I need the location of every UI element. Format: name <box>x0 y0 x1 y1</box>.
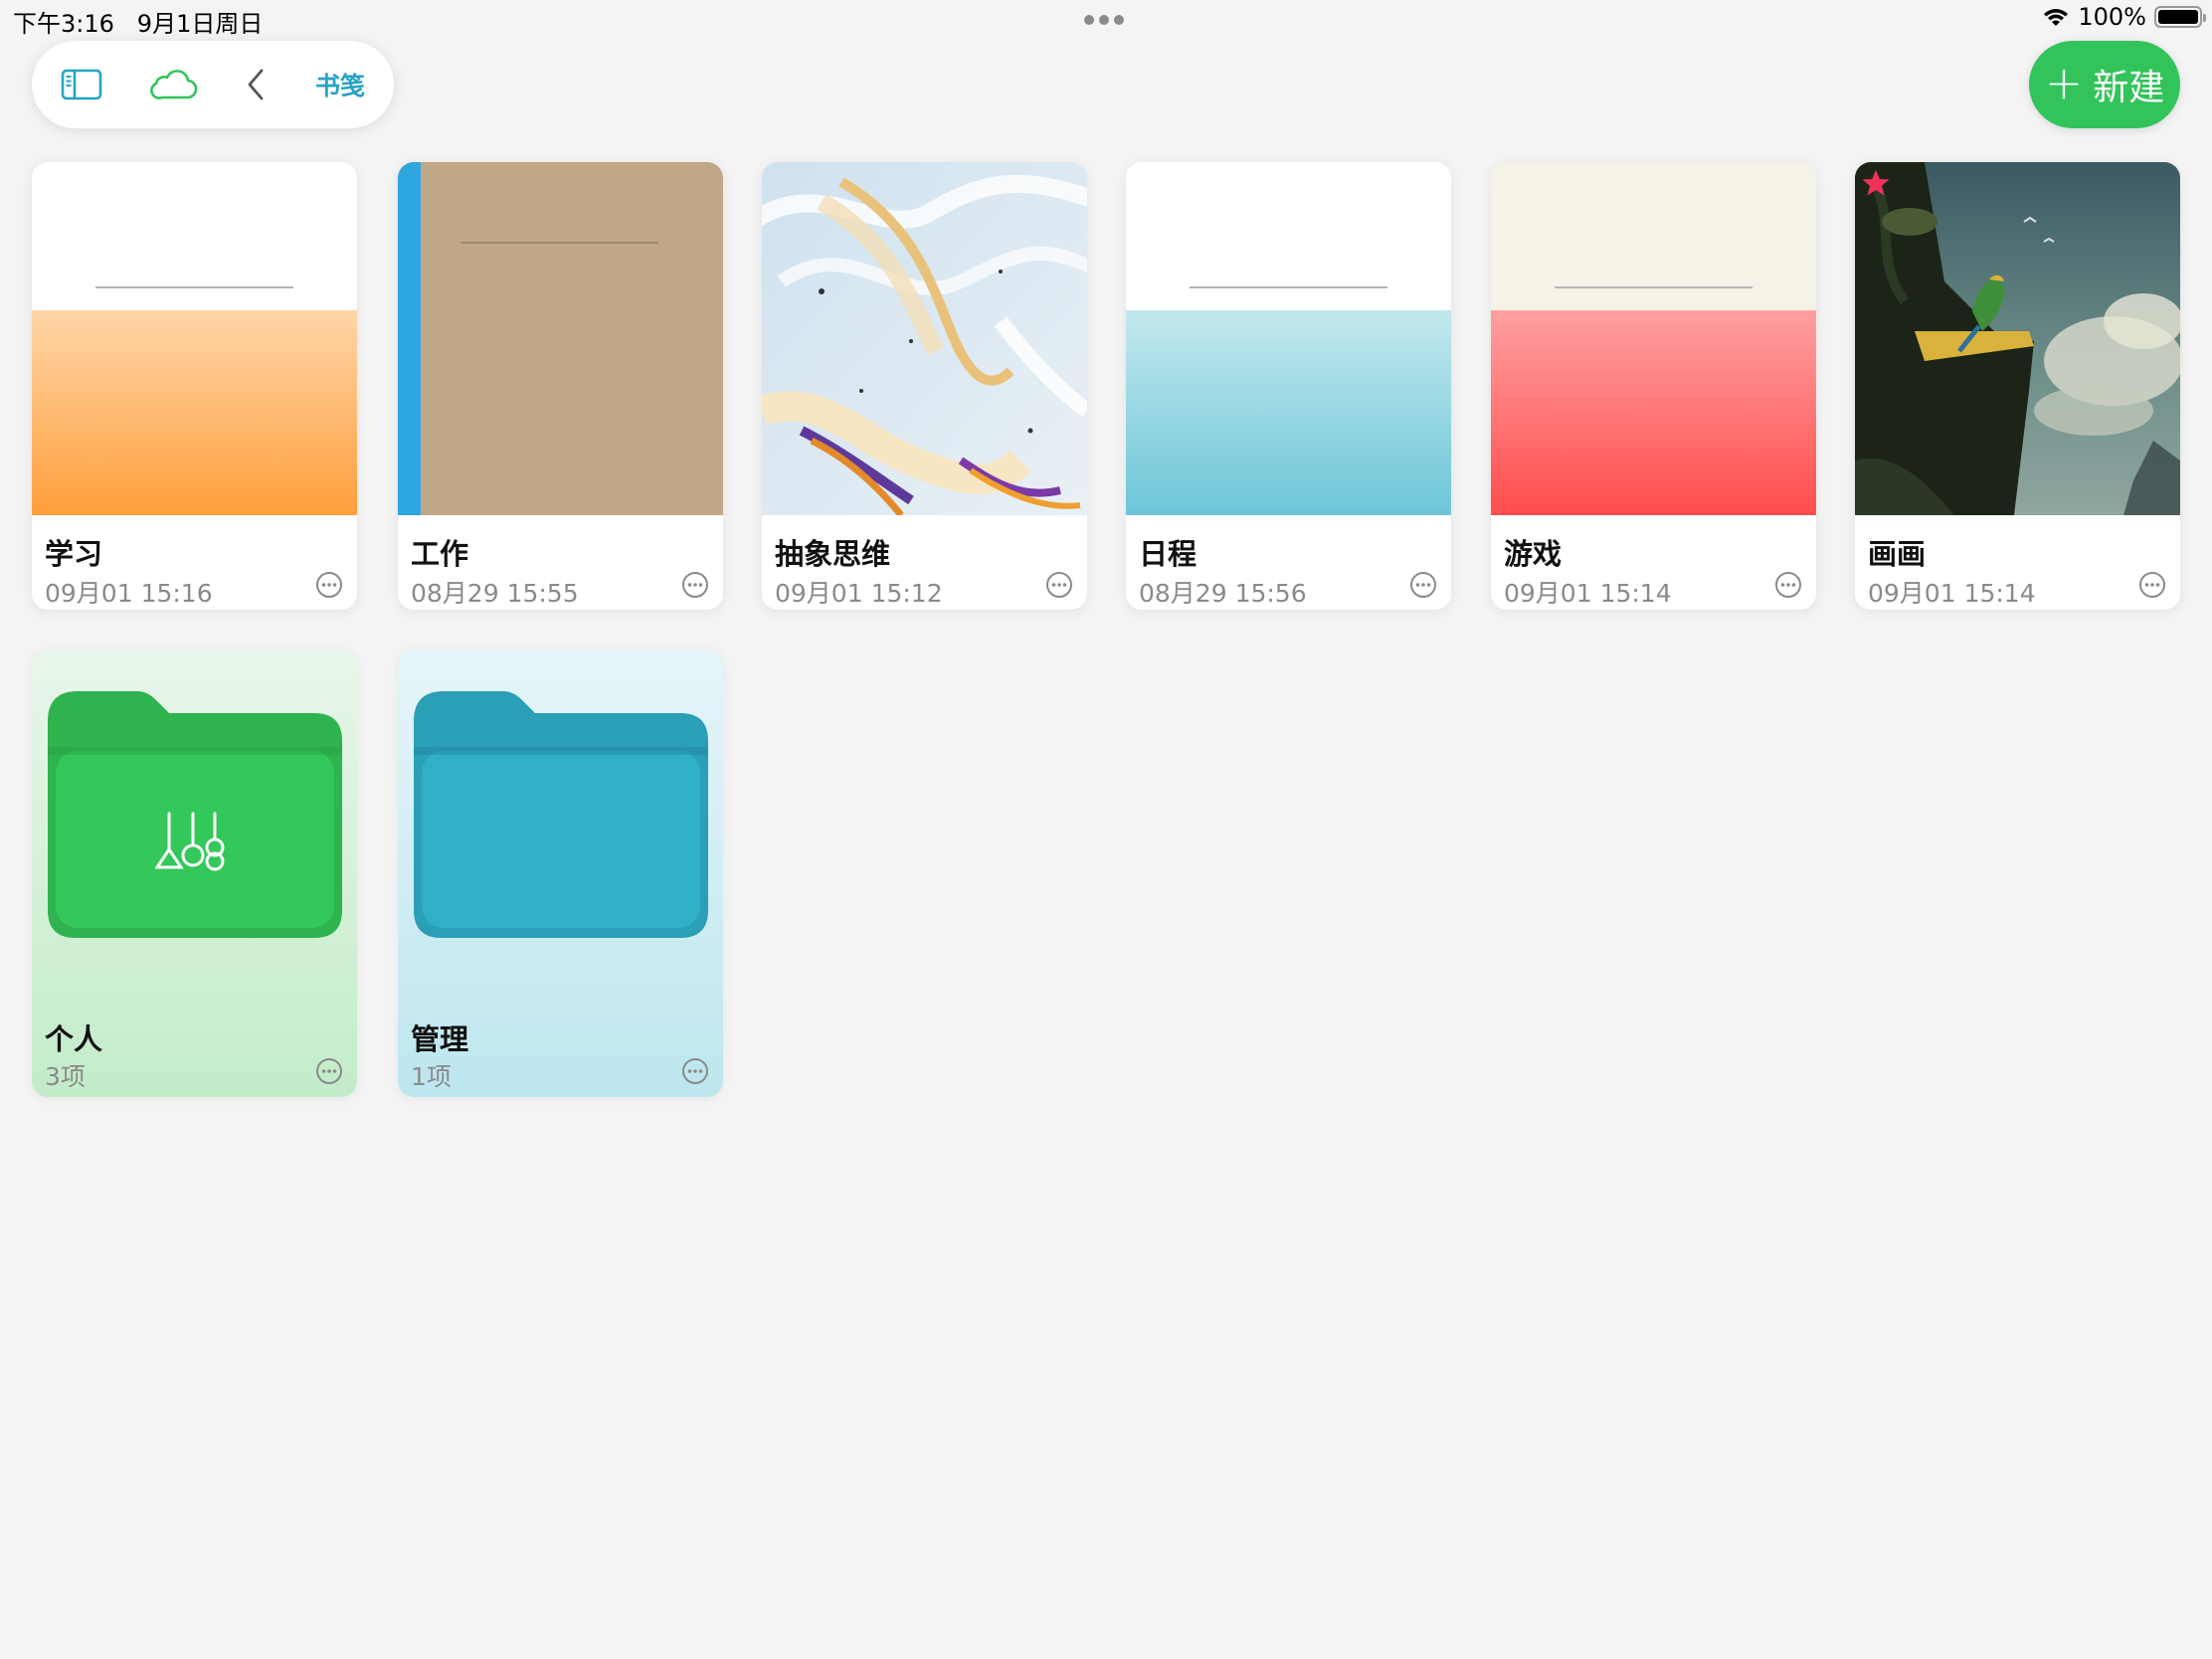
notebook-card-schedule[interactable]: 日程 08月29 15:56 <box>1126 162 1451 610</box>
folder-title: 个人 <box>45 1022 103 1056</box>
notebook-cover <box>762 162 1087 515</box>
more-options-icon[interactable] <box>315 1057 343 1085</box>
battery-icon <box>2154 6 2206 28</box>
status-time: 下午3:16 9月1日周日 <box>13 4 263 39</box>
notebook-title: 画画 <box>1868 537 1927 571</box>
notebook-card-games[interactable]: 游戏 09月01 15:14 <box>1491 162 1816 610</box>
notebook-title: 日程 <box>1139 537 1198 571</box>
notebook-title: 抽象思维 <box>775 537 891 571</box>
notebook-date: 09月01 15:14 <box>1868 579 2036 608</box>
notebook-card-study[interactable]: 学习 09月01 15:16 <box>32 162 357 610</box>
status-indicators: 100% <box>2042 3 2206 31</box>
notebook-date: 09月01 15:12 <box>775 579 943 608</box>
more-options-icon[interactable] <box>1045 571 1073 599</box>
more-options-icon[interactable] <box>1409 571 1437 599</box>
notebook-cover <box>398 162 723 515</box>
status-clock: 下午3:16 <box>13 10 114 38</box>
notebook-date: 09月01 15:16 <box>45 579 213 608</box>
notebook-card-drawing[interactable]: 画画 09月01 15:14 <box>1855 162 2180 610</box>
cloud-icon <box>150 70 198 99</box>
toolbar: 书笺 <box>32 41 394 128</box>
notebook-cover <box>1126 162 1451 515</box>
status-bar: 下午3:16 9月1日周日 100% <box>0 0 2212 40</box>
new-button-label: 新建 <box>2093 68 2165 108</box>
notebook-card-work[interactable]: 工作 08月29 15:55 <box>398 162 723 610</box>
more-options-icon[interactable] <box>2138 571 2166 599</box>
notebook-spine <box>398 162 421 515</box>
folder-card-personal[interactable]: 个人 3项 <box>32 649 357 1097</box>
star-favorite-icon <box>1862 170 1890 196</box>
new-button[interactable]: + 新建 <box>2029 41 2180 128</box>
battery-percent: 100% <box>2078 3 2146 31</box>
notebook-date: 08月29 15:56 <box>1139 579 1307 608</box>
sidebar-toggle-button[interactable] <box>52 41 111 128</box>
chevron-left-icon <box>248 69 264 100</box>
plus-icon: + <box>2044 56 2084 109</box>
status-date: 9月1日周日 <box>136 10 264 38</box>
notebook-cover <box>32 162 357 515</box>
more-options-icon[interactable] <box>681 571 709 599</box>
notebook-title: 工作 <box>411 537 469 571</box>
wifi-icon <box>2044 9 2069 26</box>
multitasking-dots-icon[interactable] <box>1084 15 1124 25</box>
instruments-icon <box>155 812 225 871</box>
cloud-sync-button[interactable] <box>139 41 209 128</box>
more-options-icon[interactable] <box>1774 571 1802 599</box>
notebook-card-abstract[interactable]: 抽象思维 09月01 15:12 <box>762 162 1087 610</box>
folder-card-management[interactable]: 管理 1项 <box>398 649 723 1097</box>
notebook-cover <box>1491 162 1816 515</box>
notebook-date: 09月01 15:14 <box>1504 579 1672 608</box>
folder-count: 3项 <box>45 1062 86 1091</box>
bookmark-button[interactable]: 书笺 <box>305 41 375 128</box>
notebook-title: 游戏 <box>1504 537 1563 571</box>
notebook-title: 学习 <box>45 537 103 571</box>
bookmark-label: 书笺 <box>314 72 365 100</box>
more-options-icon[interactable] <box>681 1057 709 1085</box>
more-options-icon[interactable] <box>315 571 343 599</box>
marble-cover-image <box>762 162 1087 515</box>
folder-title: 管理 <box>411 1022 469 1056</box>
notebook-date: 08月29 15:55 <box>411 579 579 608</box>
parrot-painting-cover-image <box>1855 162 2180 515</box>
sidebar-icon <box>61 69 102 100</box>
folder-icon <box>414 691 708 938</box>
back-button[interactable] <box>231 41 280 128</box>
folder-count: 1项 <box>411 1062 452 1091</box>
notebook-cover <box>1855 162 2180 515</box>
